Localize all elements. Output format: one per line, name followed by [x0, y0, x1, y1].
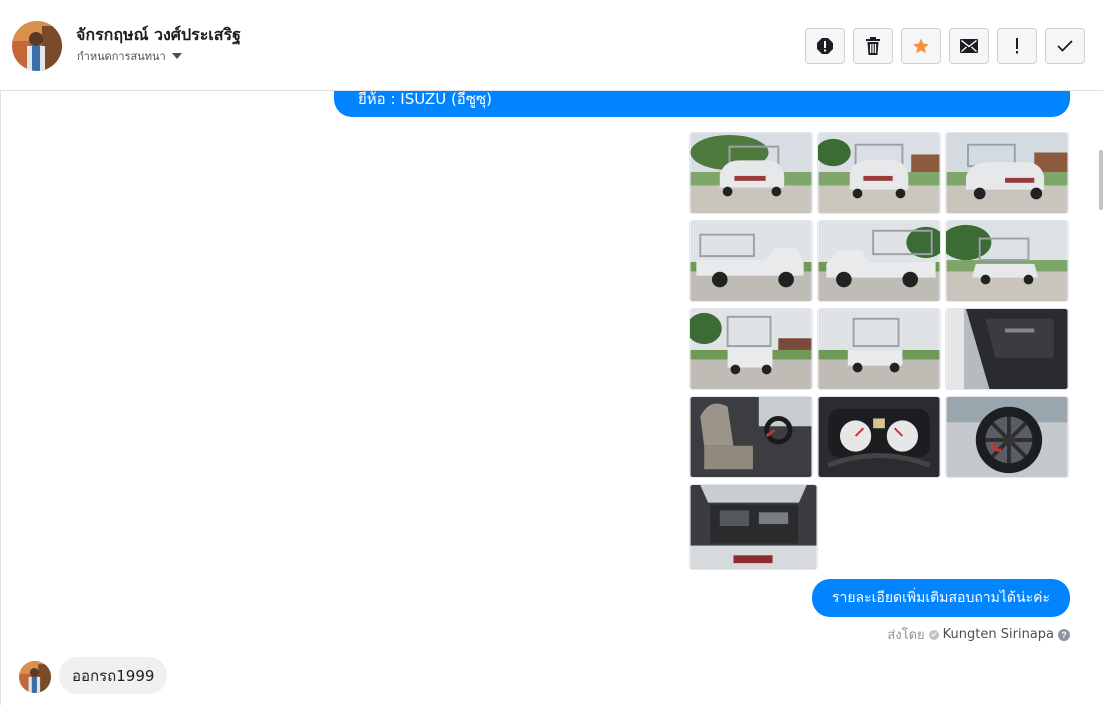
delete-button[interactable] — [853, 28, 893, 64]
photo-attachment[interactable] — [817, 132, 941, 214]
caret-down-icon — [171, 53, 182, 59]
photo-attachment[interactable] — [689, 308, 813, 390]
photo-attachment[interactable] — [945, 220, 1069, 302]
photo-attachment[interactable] — [817, 308, 941, 390]
conversation-header: จักรกฤษณ์ วงศ์ประเสริฐ กำหนดการสนทนา — [0, 0, 1103, 91]
message-text: รายละเอียดเพิ่มเติมสอบถามได้น่ะค่ะ — [831, 590, 1051, 606]
exclamation-icon — [1016, 38, 1018, 54]
sender-name: Kungten Sirinapa — [942, 627, 1054, 642]
contact-name[interactable]: จักรกฤษณ์ วงศ์ประเสริฐ — [76, 23, 241, 48]
star-icon — [913, 38, 929, 54]
follow-up-button[interactable] — [997, 28, 1037, 64]
photo-attachment[interactable] — [817, 220, 941, 302]
sent-by-label: ส่งโดย — [887, 628, 925, 643]
check-icon — [1057, 40, 1073, 52]
conversation-settings-dropdown[interactable]: กำหนดการสนทนา — [77, 47, 182, 65]
photo-attachment[interactable] — [689, 396, 813, 478]
star-button[interactable] — [901, 28, 941, 64]
photo-attachment[interactable] — [689, 220, 813, 302]
trash-icon — [866, 37, 880, 55]
mark-unread-button[interactable] — [949, 28, 989, 64]
incoming-message-bubble: ออกรถ1999 — [59, 657, 168, 694]
photo-attachment[interactable] — [817, 396, 941, 478]
photo-attachment[interactable] — [689, 484, 818, 570]
mark-done-button[interactable] — [1045, 28, 1085, 64]
scrollbar-thumb[interactable] — [1099, 150, 1103, 210]
conversation-settings-label: กำหนดการสนทนา — [77, 50, 166, 63]
photo-attachment[interactable] — [945, 132, 1069, 214]
conversation-actions — [805, 28, 1085, 64]
photo-attachment[interactable] — [945, 396, 1069, 478]
verified-check-icon — [928, 629, 939, 640]
outgoing-message-bubble: รายละเอียดเพิ่มเติมสอบถามได้น่ะค่ะ — [812, 579, 1070, 617]
message-text: ออกรถ1999 — [72, 666, 155, 685]
contact-avatar[interactable] — [12, 21, 62, 71]
photo-attachment[interactable] — [689, 132, 813, 214]
contact-avatar-small[interactable] — [19, 661, 51, 693]
report-spam-button[interactable] — [805, 28, 845, 64]
message-text: ยี่ห้อ : ISUZU (อีซูซุ) — [358, 90, 493, 108]
sent-by-line: ส่งโดย Kungten Sirinapa ? — [887, 624, 1070, 645]
exclamation-circle-icon — [817, 38, 833, 54]
help-question-icon[interactable]: ? — [1058, 628, 1070, 641]
photo-attachment[interactable] — [945, 308, 1069, 390]
envelope-icon — [960, 39, 978, 53]
